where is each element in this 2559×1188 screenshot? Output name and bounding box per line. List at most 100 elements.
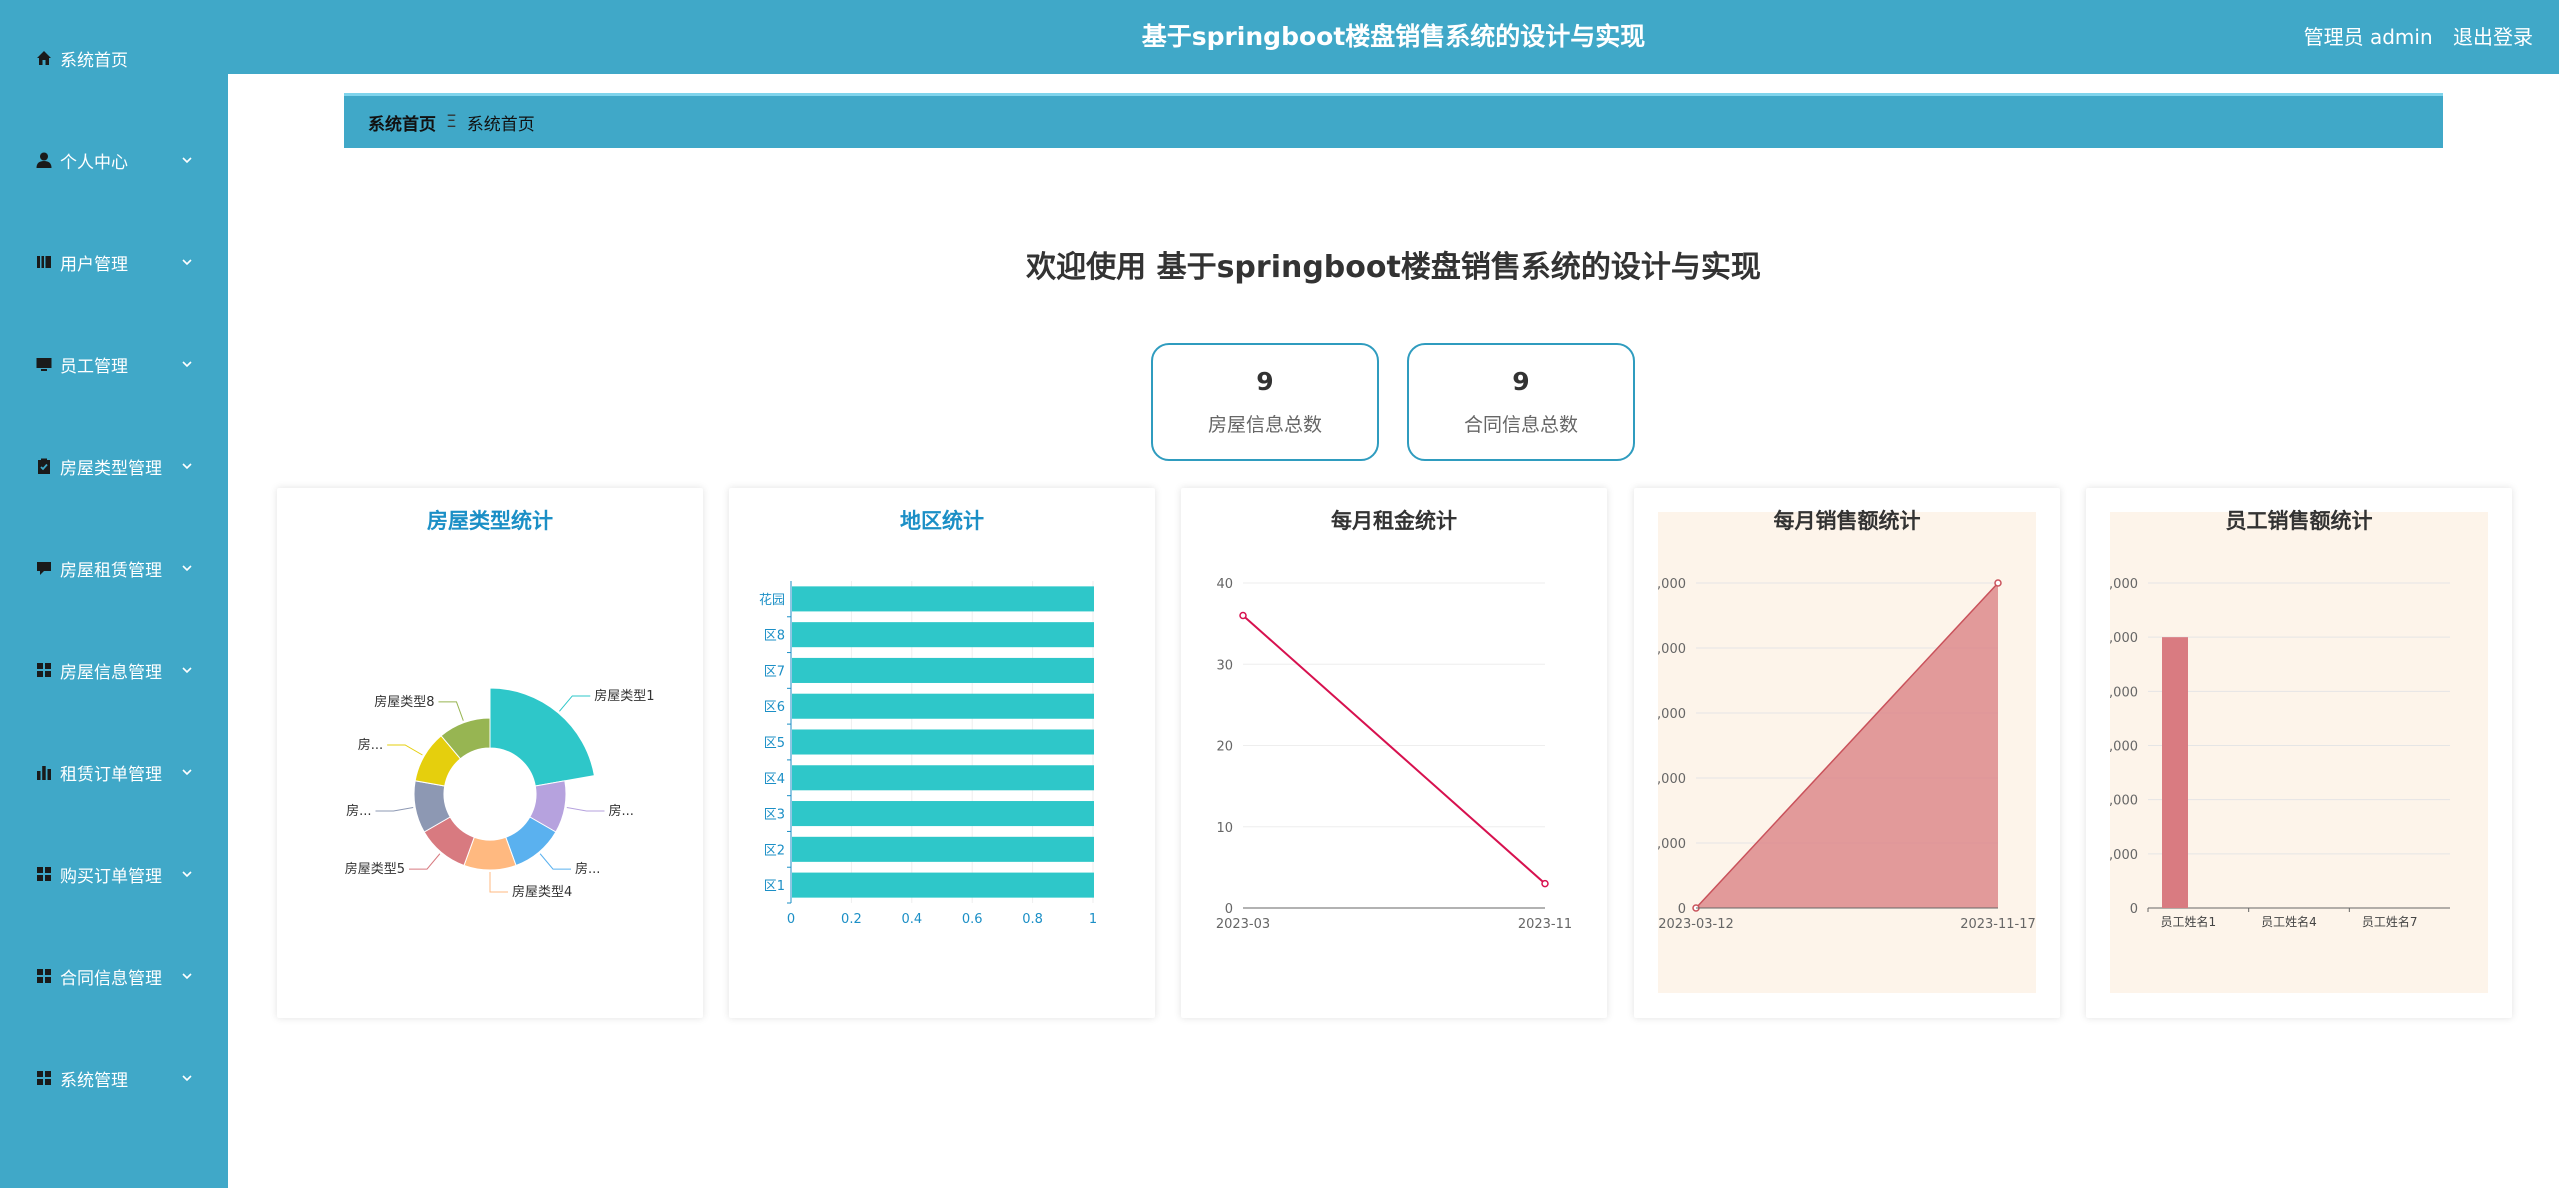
stat-label: 房屋信息总数	[1207, 414, 1322, 436]
y-tick-label: 0	[1678, 902, 1686, 917]
staff-sales-bar-chart: 员工销售额统计 0 ,000 ,000 ,000 ,000 ,000 ,000 员工姓名1 员工姓…	[2109, 509, 2488, 993]
y-tick-label: ,000	[2109, 794, 2138, 809]
chevron-down-icon	[180, 458, 194, 472]
sidebar-item-6[interactable]: 房屋租赁管理	[0, 538, 228, 598]
comment-icon	[34, 558, 54, 578]
pie-label-line	[409, 853, 441, 870]
breadcrumb: 系统首页 Ξ 系统首页	[344, 93, 2443, 148]
breadcrumb-current: 系统首页	[466, 114, 535, 135]
x-tick-label: 员工姓名7	[2362, 914, 2418, 929]
welcome-heading: 欢迎使用 基于springboot楼盘销售系统的设计与实现	[1026, 250, 1761, 285]
data-point	[1541, 879, 1549, 888]
user-label[interactable]: 管理员 admin	[2304, 25, 2433, 49]
bar	[792, 657, 1094, 683]
breadcrumb-root[interactable]: 系统首页	[368, 110, 436, 135]
sidebar-item-2[interactable]: 个人中心	[0, 130, 228, 190]
sidebar-item-label: 房屋类型管理	[60, 458, 162, 479]
book-icon	[34, 252, 54, 272]
y-tick-label: 0	[2130, 902, 2138, 917]
pie-label-line	[387, 744, 423, 756]
y-tick-label: 区3	[764, 808, 785, 823]
sidebar-item-label: 房屋租赁管理	[60, 560, 162, 581]
x-tick-label: 0.8	[1022, 912, 1043, 927]
sidebar-item-1[interactable]: 系统首页	[0, 28, 228, 88]
sidebar: 系统首页个人中心用户管理员工管理房屋类型管理 房屋租赁管理房屋信息管理租赁订单管理…	[0, 0, 228, 1188]
chart-card-staff-sales: 员工销售额统计 0 ,000 ,000 ,000 ,000 ,000 ,000 员工姓名1 员工姓…	[2086, 488, 2512, 1018]
sidebar-item-8[interactable]: 租赁订单管理	[0, 742, 228, 802]
data-point	[1239, 611, 1247, 620]
y-tick-label: 花园	[759, 592, 785, 608]
bar	[792, 693, 1094, 719]
sidebar-item-9[interactable]: 购买订单管理	[0, 844, 228, 904]
chevron-down-icon	[180, 662, 194, 676]
chevron-down-icon	[180, 152, 194, 166]
grid-icon	[34, 1068, 54, 1088]
x-tick-label: 2023-11-17	[1960, 917, 2036, 932]
y-tick-label: 30	[1216, 658, 1233, 673]
pie-label-line	[438, 701, 464, 721]
app-title: 基于springboot楼盘销售系统的设计与实现	[1141, 22, 1646, 51]
stat-card-houses: 9 房屋信息总数	[1151, 343, 1379, 461]
top-bar: 基于springboot楼盘销售系统的设计与实现 管理员 admin 退出登录	[228, 0, 2559, 74]
sidebar-item-3[interactable]: 用户管理	[0, 232, 228, 292]
y-tick-label: 区6	[764, 700, 785, 715]
pie-label: 房...	[575, 861, 600, 877]
pie-label: 房屋类型5	[345, 861, 405, 877]
chart-card-region: 地区统计 0 0.2 0.4 0.6 0.8 1 区1 区2 区3 区4 区5 区6 区7 区8 花园	[729, 488, 1155, 1018]
x-tick-label: 员工姓名1	[2161, 914, 2217, 929]
monthly-rent-line-chart: 每月租金统计 0 10 20 30 40 2023-03 2023-11	[1216, 509, 1572, 932]
breadcrumb-separator: Ξ	[446, 112, 457, 132]
sidebar-item-11[interactable]: 系统管理	[0, 1048, 228, 1108]
y-tick-label: ,000	[1657, 577, 1686, 592]
sidebar-item-label: 租赁订单管理	[60, 764, 162, 785]
bar	[2162, 637, 2188, 908]
pie-label: 房屋类型8	[374, 694, 434, 710]
x-tick-label: 0.6	[962, 912, 983, 927]
y-tick-label: ,000	[2109, 631, 2138, 646]
chevron-down-icon	[180, 254, 194, 268]
chart-title: 员工销售额统计	[2226, 509, 2373, 533]
chart-title: 房屋类型统计	[427, 509, 553, 533]
y-tick-label: 20	[1216, 740, 1233, 755]
y-tick-label: 区7	[764, 664, 785, 679]
bar-chart-icon	[34, 762, 54, 782]
data-point	[1994, 579, 2002, 587]
bar	[792, 872, 1094, 898]
bar	[792, 836, 1094, 862]
grid-icon	[34, 966, 54, 986]
y-tick-label: ,000	[1657, 837, 1686, 852]
stat-card-contracts: 9 合同信息总数	[1407, 343, 1635, 461]
chevron-down-icon	[180, 968, 194, 982]
pie-label: 房...	[609, 803, 634, 819]
sidebar-item-5[interactable]: 房屋类型管理	[0, 436, 228, 496]
pie-label: 房...	[346, 803, 371, 819]
sidebar-item-4[interactable]: 员工管理	[0, 334, 228, 394]
house-type-pie-chart: 房屋类型统计房屋类型1房...房...房屋类型4房屋类型5房...房...房屋类…	[345, 509, 655, 900]
home-icon	[34, 48, 54, 68]
logout-link[interactable]: 退出登录	[2453, 25, 2533, 49]
chart-title: 地区统计	[900, 509, 984, 533]
y-tick-label: 40	[1216, 577, 1233, 592]
pie-label-line	[559, 695, 591, 712]
y-tick-label: 区4	[764, 772, 785, 787]
y-tick-label: 0	[1225, 902, 1233, 917]
sidebar-item-10[interactable]: 合同信息管理	[0, 946, 228, 1006]
region-bar-chart: 地区统计 0 0.2 0.4 0.6 0.8 1 区1 区2 区3 区4 区5 区6 区7 区8 花园	[759, 509, 1097, 927]
sidebar-item-label: 用户管理	[60, 254, 128, 275]
pie-label-line	[375, 807, 414, 812]
y-tick-label: ,000	[2109, 577, 2138, 592]
pie-label-line	[566, 807, 605, 812]
clipboard-icon	[34, 456, 54, 476]
sidebar-item-7[interactable]: 房屋信息管理	[0, 640, 228, 700]
chevron-down-icon	[180, 764, 194, 778]
bar	[792, 622, 1094, 648]
y-tick-label: 区5	[764, 736, 785, 751]
stat-value: 9	[1512, 367, 1530, 396]
bar	[792, 801, 1094, 827]
y-tick-label: 区2	[764, 843, 785, 858]
monthly-sales-area-chart: 每月销售额统计 0 ,000 ,000 ,000 ,000 ,000 2023-03-12 20…	[1657, 509, 2036, 993]
pie-label-line	[539, 853, 571, 870]
sidebar-item-label: 购买订单管理	[60, 866, 162, 887]
y-tick-label: 区8	[764, 629, 785, 644]
y-tick-label: 10	[1216, 821, 1233, 836]
